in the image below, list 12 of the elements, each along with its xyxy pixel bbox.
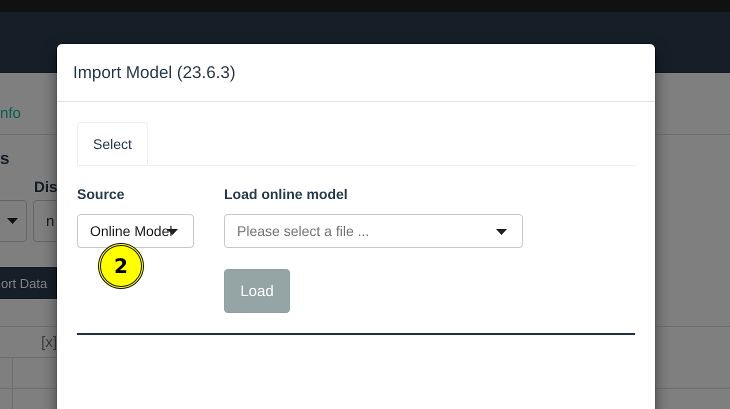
section-title: s [0,149,10,169]
field-label: Load online model [224,186,348,204]
tab[interactable]: Select [77,122,148,165]
caret-icon [496,229,507,235]
field-label: Source [77,186,124,204]
select-field[interactable] [0,200,27,242]
dialog-title: Import Model (23.6.3) [73,62,236,82]
caret-icon [7,218,18,224]
select-field[interactable]: n [33,200,56,242]
file-select[interactable]: Please select a file ... [224,214,523,248]
import-data-button[interactable]: ort Data [0,267,57,299]
field-label: Dis [34,179,57,196]
